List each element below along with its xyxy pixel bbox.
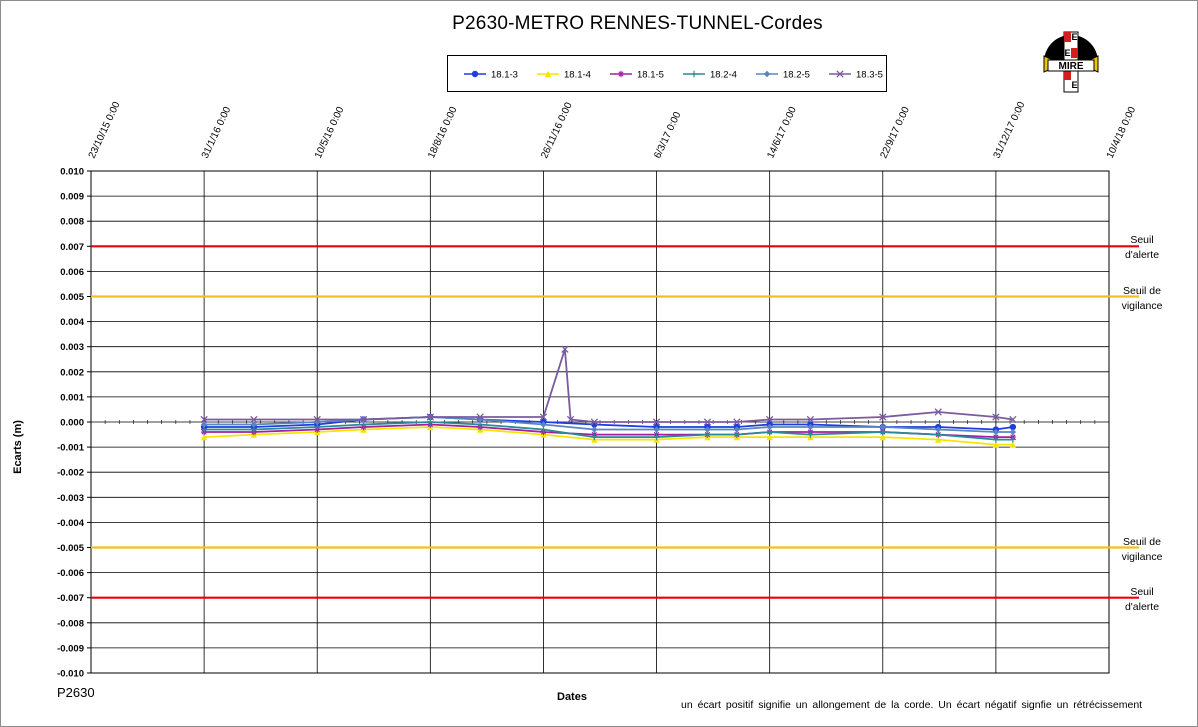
x-tick-label: 31/12/17 0:00 (992, 100, 1028, 160)
legend-label: 18.3-5 (856, 70, 883, 81)
data-point (471, 70, 479, 78)
data-point (690, 70, 698, 78)
legend-item: 18.2-4 (683, 70, 737, 81)
x-tick-label: 10/4/18 0:00 (1105, 105, 1139, 160)
threshold-label-line1: Seuil (1130, 585, 1154, 598)
logo-letter: E (1071, 80, 1077, 90)
data-point (763, 70, 771, 78)
threshold-label-line2: d'alerte (1124, 249, 1160, 262)
logo-text: MIRE (1059, 61, 1084, 72)
x-axis-label: Dates (557, 691, 587, 703)
x-tick-label: 14/6/17 0:00 (765, 105, 799, 160)
threshold-label-line1: Seuil (1130, 234, 1154, 247)
y-tick-label: -0.004 (57, 518, 85, 529)
y-tick-label: -0.006 (57, 568, 84, 579)
legend-item: 18.1-5 (610, 70, 664, 81)
chart-id: P2630 (57, 685, 95, 700)
y-tick-label: 0.005 (60, 292, 84, 303)
threshold-label-line1: Seuil de (1123, 284, 1161, 297)
data-point (617, 70, 625, 78)
legend-label: 18.2-4 (710, 70, 737, 81)
plot-area: 0.010 0.009 0.008 0.007 0.006 0.005 0.004 0.003… (57, 100, 1139, 680)
x-tick-label: 22/9/17 0:00 (879, 105, 913, 160)
legend-item: 18.2-5 (756, 70, 810, 81)
legend-item: 18.1-3 (464, 70, 518, 81)
y-tick-label: -0.001 (57, 443, 85, 454)
y-axis-label: Ecarts (m) (12, 420, 24, 474)
threshold-label-line2: vigilance (1121, 550, 1163, 563)
x-tick-label: 18/8/16 0:00 (426, 105, 460, 160)
y-tick-label: 0.004 (60, 317, 84, 328)
y-tick-label: 0.007 (60, 242, 84, 253)
mire-logo: E E E MIRE (1042, 26, 1100, 94)
y-tick-label: 0.003 (60, 342, 84, 353)
y-tick-label: -0.002 (57, 468, 84, 479)
x-tick-label: 6/3/17 0:00 (652, 110, 683, 160)
y-tick-label: -0.003 (57, 493, 84, 504)
legend-label: 18.1-3 (491, 70, 518, 81)
legend: 18.1-3 18.1-4 18.1-5 18.2-4 18.2-5 18.3-5 (447, 55, 887, 92)
y-tick-label: 0.002 (60, 367, 84, 378)
y-tick-label: 0.000 (60, 418, 84, 429)
legend-item: 18.3-5 (829, 70, 883, 81)
y-tick-label: -0.005 (57, 543, 85, 554)
legend-label: 18.1-4 (564, 70, 591, 81)
y-tick-label: 0.008 (60, 217, 84, 228)
y-tick-label: 0.009 (60, 192, 84, 203)
threshold-label-line2: vigilance (1121, 299, 1163, 312)
threshold-label: Seuil d'alerte (1114, 585, 1170, 615)
threshold-label: Seuil d'alerte (1114, 233, 1170, 263)
y-tick-label: 0.006 (60, 267, 84, 278)
y-tick-label: -0.010 (57, 669, 84, 680)
x-tick-label: 10/5/16 0:00 (313, 105, 347, 160)
logo-letter: E (1071, 32, 1077, 42)
threshold-label-line1: Seuil de (1123, 535, 1161, 548)
x-tick-label: 26/11/16 0:00 (539, 100, 575, 160)
y-tick-label: 0.001 (60, 392, 84, 403)
y-tick-label: -0.007 (57, 593, 84, 604)
logo-letter: E (1064, 48, 1070, 58)
y-tick-label: -0.009 (57, 643, 84, 654)
legend-label: 18.1-5 (637, 70, 664, 81)
y-tick-label: -0.008 (57, 618, 84, 629)
footnote: un écart positif signifie un allongement… (681, 699, 1143, 711)
x-tick-label: 23/10/15 0:00 (87, 100, 123, 160)
y-tick-label: 0.010 (60, 167, 84, 178)
threshold-label-line2: d'alerte (1124, 600, 1160, 613)
legend-item: 18.1-4 (537, 70, 591, 81)
legend-label: 18.2-5 (783, 70, 810, 81)
threshold-label: Seuil de vigilance (1114, 284, 1170, 314)
x-tick-label: 31/1/16 0:00 (200, 105, 234, 160)
threshold-label: Seuil de vigilance (1114, 535, 1170, 565)
